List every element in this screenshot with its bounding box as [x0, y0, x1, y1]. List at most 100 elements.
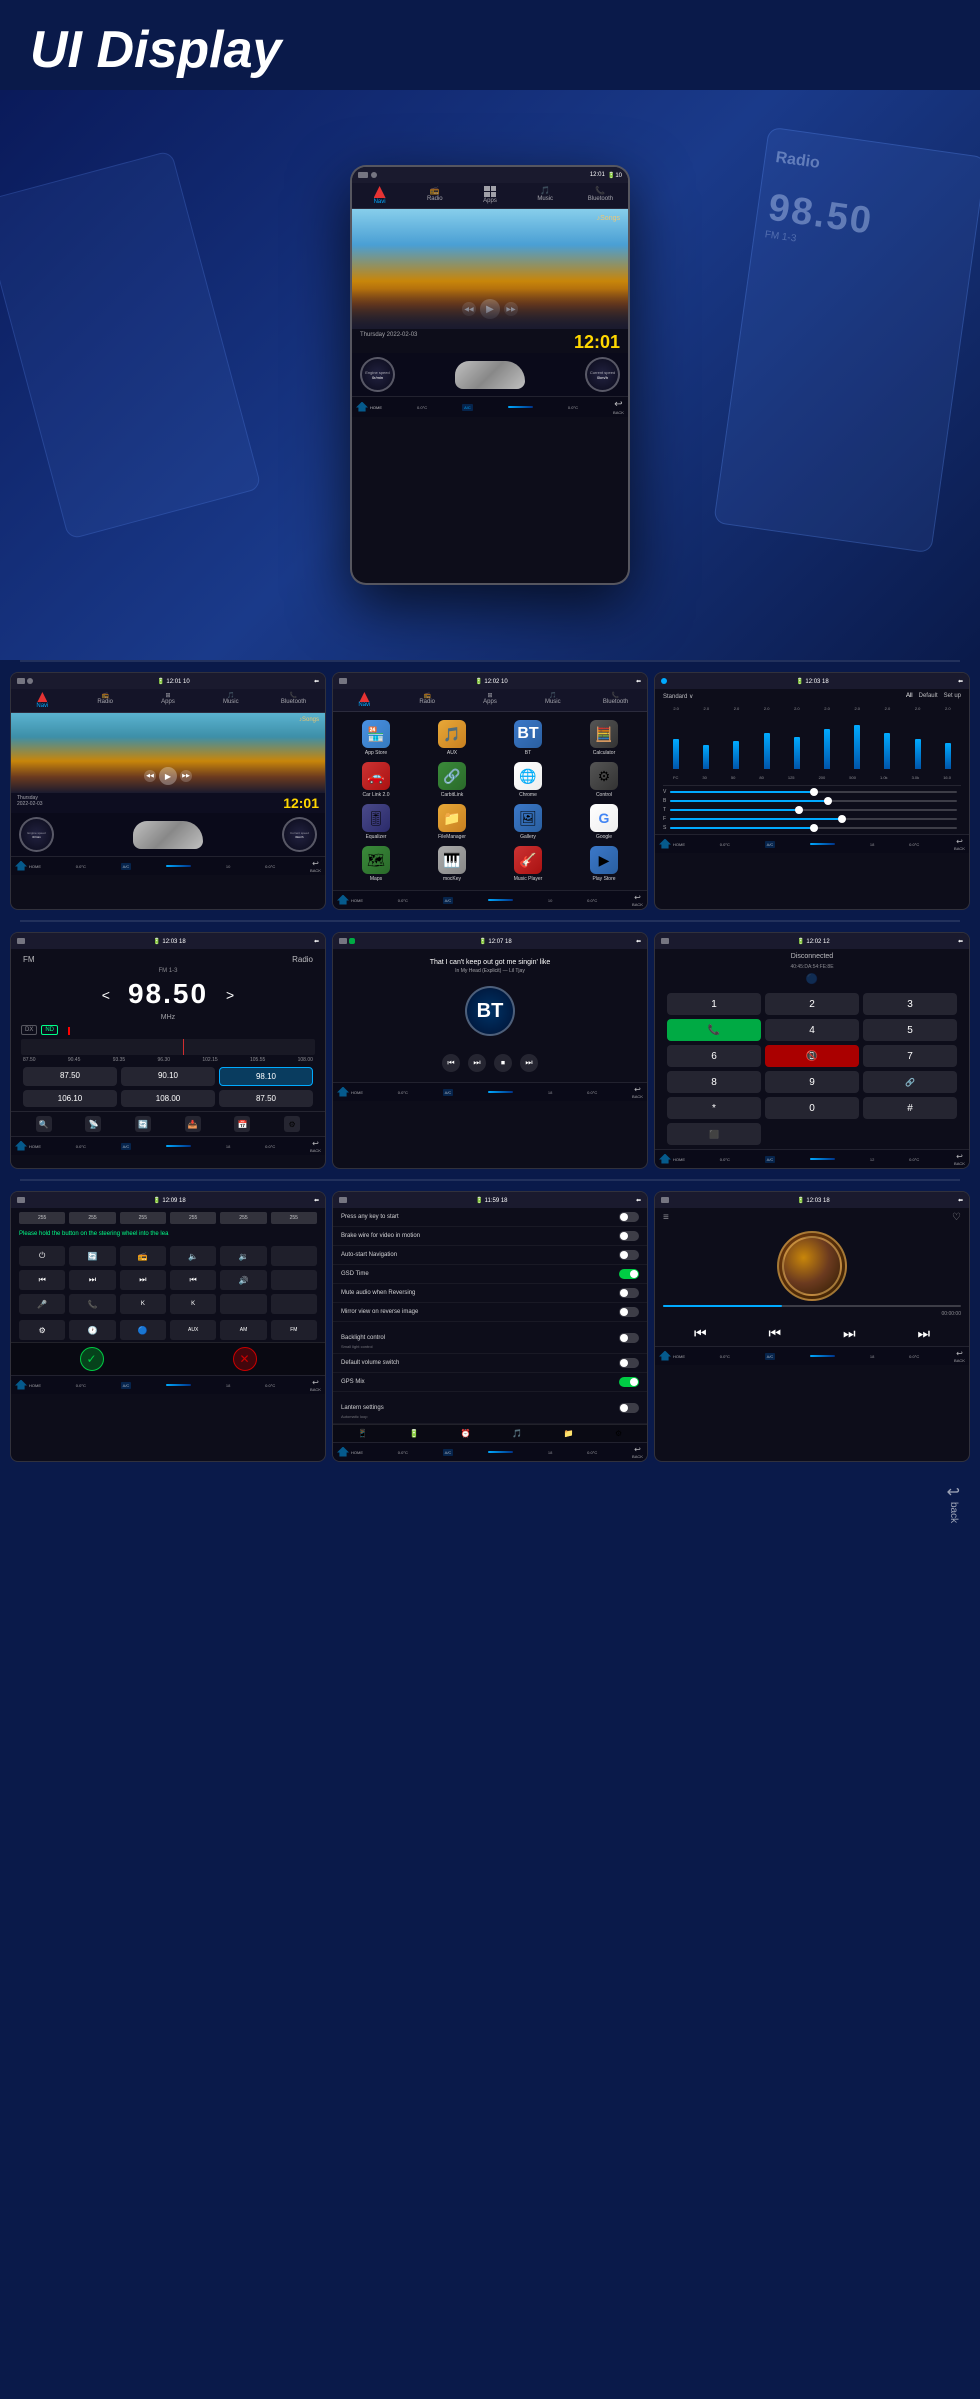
key-star[interactable]: *: [667, 1097, 761, 1119]
home-ac-slider[interactable]: [166, 865, 191, 867]
sw-skip-bk[interactable]: ⏮: [170, 1270, 216, 1290]
hero-nav-radio[interactable]: 📻 Radio: [407, 183, 462, 208]
key-extra[interactable]: ⬛: [667, 1123, 761, 1145]
app-musicplayer[interactable]: 🎸 Music Player: [493, 846, 563, 882]
settings-ac[interactable]: A/C: [443, 1449, 454, 1456]
radio-prev-btn[interactable]: <: [102, 987, 110, 1003]
radio-next-btn[interactable]: >: [226, 987, 234, 1003]
app-gallery[interactable]: 🖼 Gallery: [493, 804, 563, 840]
radio-back-btn[interactable]: ↩ BACK: [310, 1139, 321, 1153]
hero-nav-bluetooth[interactable]: 📞 Bluetooth: [573, 183, 628, 208]
play-btn[interactable]: ▶: [480, 299, 500, 319]
key-link[interactable]: 🔗: [863, 1071, 957, 1093]
bt-playpause-btn[interactable]: ⏭: [468, 1054, 486, 1072]
settings-icon-6[interactable]: ⚙: [615, 1429, 622, 1438]
settings-back-btn[interactable]: ↩ BACK: [632, 1445, 643, 1459]
hero-nav-navi[interactable]: Navi: [352, 183, 407, 208]
bt-ac[interactable]: A/C: [443, 1089, 454, 1096]
settings-toggle-5[interactable]: [619, 1288, 639, 1298]
back-arrow-icon[interactable]: ↩: [614, 399, 622, 410]
apps-nav-navi[interactable]: Navi: [333, 689, 396, 711]
settings-icon-2[interactable]: 🔋: [409, 1429, 419, 1438]
key-1[interactable]: 1: [667, 993, 761, 1015]
eq-back-btn[interactable]: ↩ BACK: [954, 837, 965, 851]
key-6[interactable]: 6: [667, 1045, 761, 1067]
sw-vol-down-icon[interactable]: 🔈: [170, 1246, 216, 1266]
sw-settings-icon[interactable]: ⚙: [19, 1320, 65, 1340]
phone-home-btn[interactable]: HOME: [659, 1154, 685, 1165]
sw-color-4[interactable]: 255: [170, 1212, 216, 1224]
settings-toggle-7[interactable]: [619, 1333, 639, 1343]
music-home-btn[interactable]: HOME: [659, 1351, 685, 1362]
bt-rewind-btn[interactable]: ⏮: [442, 1054, 460, 1072]
sw-next-track[interactable]: ⏭: [69, 1270, 115, 1290]
settings-icon-1[interactable]: 📱: [358, 1429, 368, 1438]
sw-k1-icon[interactable]: K: [120, 1294, 166, 1314]
key-8[interactable]: 8: [667, 1071, 761, 1093]
prev-btn[interactable]: ◀◀: [462, 302, 476, 316]
eq-tab-setup[interactable]: Set up: [944, 693, 961, 700]
sw-call-icon[interactable]: 📞: [69, 1294, 115, 1314]
sw-aux-btn[interactable]: AUX: [170, 1320, 216, 1340]
sw-color-1[interactable]: 255: [19, 1212, 65, 1224]
apps-back-btn[interactable]: ↩ BACK: [632, 893, 643, 907]
apps-slider[interactable]: [488, 899, 513, 901]
app-filemanager[interactable]: 📁 FileManager: [417, 804, 487, 840]
radio-list-icon[interactable]: 📅: [234, 1116, 250, 1132]
apps-nav-bt[interactable]: 📞Bluetooth: [584, 689, 647, 711]
apps-ac[interactable]: A/C: [443, 897, 454, 904]
home-prev-btn[interactable]: ◀◀: [144, 770, 156, 782]
apps-nav-apps[interactable]: ⊞Apps: [459, 689, 522, 711]
home-nav-navi[interactable]: Navi: [11, 689, 74, 712]
music-next-btn[interactable]: ⏭: [917, 1325, 930, 1342]
music-back-btn[interactable]: ↩ BACK: [954, 1349, 965, 1363]
app-chrome[interactable]: 🌐 Chrome: [493, 762, 563, 798]
hero-nav-apps[interactable]: Apps: [462, 183, 517, 208]
eq-track-f[interactable]: [670, 818, 957, 820]
key-call[interactable]: 📞: [667, 1019, 761, 1041]
app-carbitlink[interactable]: 🔗 CarbitLink: [417, 762, 487, 798]
music-slider[interactable]: [810, 1355, 835, 1357]
phone-slider[interactable]: [810, 1158, 835, 1160]
sw-bt-icon[interactable]: 🔵: [120, 1320, 166, 1340]
key-9[interactable]: 9: [765, 1071, 859, 1093]
settings-icon-4[interactable]: 🎵: [512, 1429, 522, 1438]
eq-tab-default[interactable]: Default: [919, 693, 938, 700]
home-nav-radio[interactable]: 📻Radio: [74, 689, 137, 712]
ac-slider[interactable]: [508, 406, 533, 408]
apps-nav-music[interactable]: 🎵Music: [521, 689, 584, 711]
radio-nd-btn[interactable]: ND: [41, 1025, 58, 1035]
settings-toggle-4[interactable]: [619, 1269, 639, 1279]
app-appstore[interactable]: 🏪 App Store: [341, 720, 411, 756]
key-end[interactable]: 📵: [765, 1045, 859, 1067]
settings-toggle-8[interactable]: [619, 1358, 639, 1368]
sw-fm-btn[interactable]: FM: [271, 1320, 317, 1340]
eq-track-t[interactable]: [670, 809, 957, 811]
hero-nav-music[interactable]: 🎵 Music: [518, 183, 573, 208]
app-calculator[interactable]: 🧮 Calculator: [569, 720, 639, 756]
next-btn[interactable]: ▶▶: [504, 302, 518, 316]
preset-6[interactable]: 87.50: [219, 1090, 313, 1107]
sw-skip-fwd[interactable]: ⏭: [120, 1270, 166, 1290]
settings-toggle-9[interactable]: [619, 1377, 639, 1387]
settings-toggle-1[interactable]: [619, 1212, 639, 1222]
radio-loop-icon[interactable]: 🔄: [135, 1116, 151, 1132]
radio-home-btn[interactable]: HOME: [15, 1141, 41, 1152]
bt-ff-btn[interactable]: ⏭: [520, 1054, 538, 1072]
sw-color-5[interactable]: 255: [220, 1212, 266, 1224]
music-rw-btn[interactable]: ⏮: [768, 1325, 781, 1342]
radio-save-icon[interactable]: 📥: [185, 1116, 201, 1132]
preset-4[interactable]: 106.10: [23, 1090, 117, 1107]
apps-home-btn[interactable]: HOME: [337, 895, 363, 906]
sw-k2-icon[interactable]: K: [170, 1294, 216, 1314]
phone-back-btn[interactable]: ↩ BACK: [954, 1152, 965, 1166]
radio-ac[interactable]: A/C: [121, 1143, 132, 1150]
home-back-btn[interactable]: ↩ BACK: [310, 859, 321, 873]
sw-power-icon[interactable]: ⏻: [19, 1246, 65, 1266]
app-control[interactable]: ⚙ Control: [569, 762, 639, 798]
bt-back-btn[interactable]: ↩ BACK: [632, 1085, 643, 1099]
sw-color-3[interactable]: 255: [120, 1212, 166, 1224]
key-5[interactable]: 5: [863, 1019, 957, 1041]
home-nav-music[interactable]: 🎵Music: [199, 689, 262, 712]
sw-clock-icon[interactable]: 🕐: [69, 1320, 115, 1340]
